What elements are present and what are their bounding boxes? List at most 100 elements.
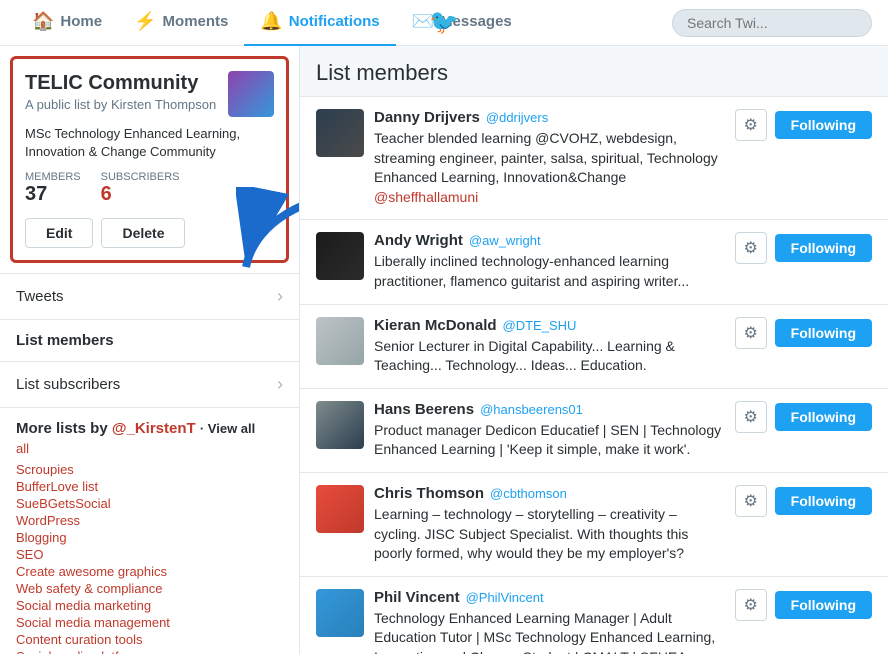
member-name[interactable]: Danny Drijvers (374, 109, 480, 126)
member-handle[interactable]: @aw_wright (469, 233, 541, 248)
member-row: Danny Drijvers @ddrijvers Teacher blended … (300, 97, 888, 220)
member-info: Chris Thomson@cbthomsonLearning – techno… (374, 485, 725, 564)
list-members-header: List members (300, 46, 888, 97)
member-avatar (316, 589, 364, 637)
member-name-row: Phil Vincent @PhilVincent (374, 589, 725, 606)
member-actions: ⚙ Following (735, 589, 872, 621)
more-lists-user[interactable]: @_KirstenT (112, 420, 196, 437)
member-avatar (316, 232, 364, 280)
member-handle[interactable]: @ddrijvers (486, 110, 548, 125)
member-row: Phil Vincent @PhilVincent Technology Enhan… (300, 577, 888, 654)
following-button[interactable]: Following (775, 111, 872, 139)
nav-home[interactable]: 🏠 Home (16, 0, 118, 46)
following-button[interactable]: Following (775, 319, 872, 347)
list-card: TELIC Community A public list by Kirsten… (10, 56, 289, 263)
sidebar-list-item[interactable]: Scroupies (16, 462, 283, 477)
sidebar-list-item[interactable]: Web safety & compliance (16, 581, 283, 596)
member-info: Kieran McDonald@DTE_SHUSenior Lecturer i… (374, 317, 725, 376)
member-avatar (316, 485, 364, 533)
member-handle[interactable]: @DTE_SHU (503, 318, 577, 333)
member-row: Andy Wright @aw_wright Liberally inclined … (300, 220, 888, 304)
more-lists-section: More lists by @_KirstenT · View all all … (0, 408, 299, 654)
member-row: Kieran McDonald@DTE_SHUSenior Lecturer i… (300, 305, 888, 389)
list-card-header: TELIC Community A public list by Kirsten… (25, 71, 274, 117)
member-bio: Liberally inclined technology-enhanced l… (374, 252, 725, 291)
sidebar-list-item[interactable]: Social media platforms (16, 649, 283, 654)
nav-tweets[interactable]: Tweets › (0, 274, 299, 320)
following-button[interactable]: Following (775, 234, 872, 262)
nav-messages[interactable]: ✉️ Messages (396, 0, 528, 46)
member-row: Chris Thomson@cbthomsonLearning – techno… (300, 473, 888, 577)
view-all-link[interactable]: · View all (200, 421, 255, 436)
list-card-text: TELIC Community A public list by Kirsten… (25, 71, 216, 112)
member-info: Hans Beerens @hansbeerens01 Product manage… (374, 401, 725, 460)
moments-icon: ⚡ (134, 11, 156, 32)
chevron-right-icon: › (277, 286, 283, 307)
nav-list-members[interactable]: List members (0, 320, 299, 362)
home-icon: 🏠 (32, 11, 54, 32)
member-name-row: Andy Wright @aw_wright (374, 232, 725, 249)
gear-button[interactable]: ⚙ (735, 109, 767, 141)
following-button[interactable]: Following (775, 403, 872, 431)
gear-button[interactable]: ⚙ (735, 232, 767, 264)
members-container: Danny Drijvers @ddrijvers Teacher blended … (300, 97, 888, 654)
member-actions: ⚙ Following (735, 109, 872, 141)
sidebar-list-item[interactable]: Blogging (16, 530, 283, 545)
list-subtitle: A public list by Kirsten Thompson (25, 97, 216, 112)
member-name[interactable]: Hans Beerens (374, 401, 474, 418)
top-nav: 🏠 Home ⚡ Moments 🔔 Notifications ✉️ Mess… (0, 0, 888, 46)
member-name-row: Chris Thomson @cbthomson (374, 485, 725, 502)
member-handle[interactable]: @PhilVincent (466, 590, 544, 605)
tweets-label: Tweets (16, 288, 64, 305)
sidebar-list-item[interactable]: SueBGetsSocial (16, 496, 283, 511)
member-name[interactable]: Chris Thomson (374, 485, 484, 502)
notifications-icon: 🔔 (260, 11, 282, 32)
sidebar-list-item[interactable]: WordPress (16, 513, 283, 528)
member-bio-mention[interactable]: @sheffhallamuni (374, 189, 478, 205)
gear-button[interactable]: ⚙ (735, 317, 767, 349)
list-desc: MSc Technology Enhanced Learning, Innova… (25, 125, 274, 161)
sidebar-list-item[interactable]: Social media marketing (16, 598, 283, 613)
following-button[interactable]: Following (775, 487, 872, 515)
list-title: TELIC Community (25, 71, 216, 95)
search-input[interactable] (672, 9, 872, 37)
sidebar-list-item[interactable]: Create awesome graphics (16, 564, 283, 579)
member-actions: ⚙ Following (735, 485, 872, 517)
member-info: Danny Drijvers @ddrijvers Teacher blended … (374, 109, 725, 207)
member-handle[interactable]: @hansbeerens01 (480, 402, 583, 417)
member-name[interactable]: Kieran McDonald (374, 317, 497, 334)
list-actions: Edit Delete (25, 218, 274, 248)
members-label: MEMBERS (25, 171, 81, 183)
sidebar-list-item[interactable]: SEO (16, 547, 283, 562)
nav-moments-label: Moments (163, 13, 229, 30)
delete-button[interactable]: Delete (101, 218, 185, 248)
following-button[interactable]: Following (775, 591, 872, 619)
edit-button[interactable]: Edit (25, 218, 93, 248)
member-handle[interactable]: @cbthomson (490, 486, 567, 501)
member-row: Hans Beerens @hansbeerens01 Product manage… (300, 389, 888, 473)
gear-button[interactable]: ⚙ (735, 401, 767, 433)
sidebar-list-item[interactable]: BufferLove list (16, 479, 283, 494)
gear-button[interactable]: ⚙ (735, 485, 767, 517)
nav-list-subscribers[interactable]: List subscribers › (0, 362, 299, 408)
gear-button[interactable]: ⚙ (735, 589, 767, 621)
member-bio: Teacher blended learning @CVOHZ, webdesi… (374, 129, 725, 207)
sidebar-list-item[interactable]: Social media management (16, 615, 283, 630)
chevron-right-icon-2: › (277, 374, 283, 395)
sidebar-nav: Tweets › List members List subscribers › (0, 273, 299, 408)
nav-notifications[interactable]: 🔔 Notifications (244, 0, 395, 46)
member-name[interactable]: Andy Wright (374, 232, 463, 249)
all-tag[interactable]: all (16, 441, 283, 456)
twitter-logo: 🐦 (429, 8, 459, 37)
list-avatar (228, 71, 274, 117)
member-bio: Technology Enhanced Learning Manager | A… (374, 609, 725, 654)
main-layout: TELIC Community A public list by Kirsten… (0, 46, 888, 654)
member-name[interactable]: Phil Vincent (374, 589, 460, 606)
member-avatar (316, 109, 364, 157)
nav-moments[interactable]: ⚡ Moments (118, 0, 244, 46)
sidebar-list-item[interactable]: Content curation tools (16, 632, 283, 647)
more-lists-title: More lists by @_KirstenT · View all (16, 420, 283, 437)
member-name-row: Danny Drijvers @ddrijvers (374, 109, 725, 126)
list-stats: MEMBERS 37 SUBSCRIBERS 6 (25, 171, 274, 206)
member-bio: Product manager Dedicon Educatief | SEN … (374, 421, 725, 460)
